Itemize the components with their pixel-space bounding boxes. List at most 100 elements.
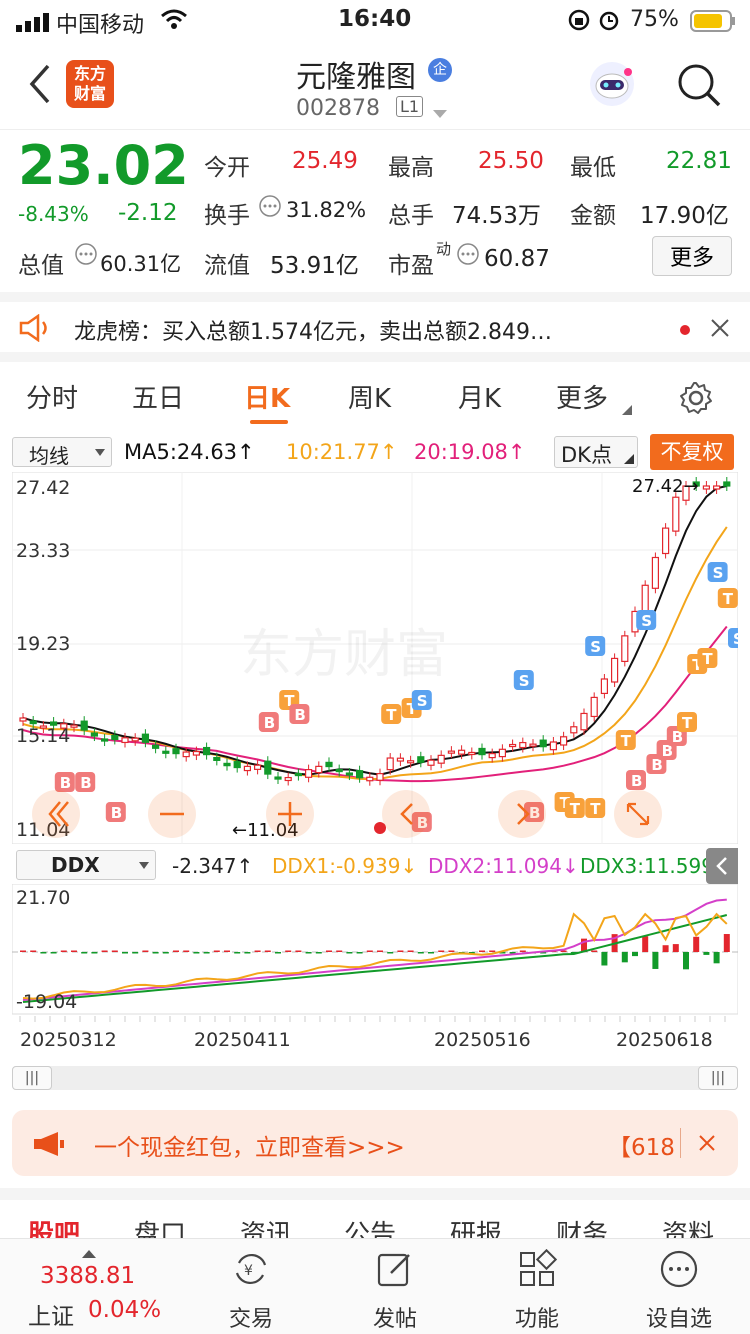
alarm-icon [598, 9, 620, 37]
stock-name: 元隆雅图 [296, 60, 416, 95]
search-icon[interactable] [676, 62, 722, 112]
y-label-3: 19.23 [16, 633, 70, 655]
ddx-bar [693, 936, 700, 952]
tab-daily-k[interactable]: 日K [244, 378, 290, 415]
candle [621, 635, 629, 663]
more-button[interactable]: 更多 [652, 236, 732, 276]
banner-text: 一个现金红包，立即查看>>> [94, 1135, 405, 1161]
signal-marker-text: B [60, 774, 71, 792]
ddx-selector[interactable]: DDX [16, 850, 156, 880]
trade-button[interactable]: ¥ 交易 [196, 1249, 306, 1333]
ddx-bar [244, 952, 251, 954]
candle [335, 768, 343, 773]
tab-five-day[interactable]: 五日 [132, 378, 184, 415]
fullscreen-button[interactable] [614, 790, 662, 838]
scroll-left-button[interactable] [32, 790, 80, 838]
candle [580, 712, 588, 731]
active-tab-underline [250, 420, 288, 424]
ddx-bar [213, 950, 220, 952]
ddx-bar [173, 950, 179, 952]
chevron-down-icon[interactable] [432, 104, 448, 123]
range-scroller[interactable]: ||| ||| [12, 1066, 738, 1090]
back-icon[interactable] [26, 62, 52, 110]
ddx-bar [193, 952, 200, 954]
ma-indicator-bar: 均线 MA5:24.63↑ 10:21.77↑ 20:19.08↑ DK点 不复… [0, 432, 750, 472]
step-back-button[interactable] [382, 790, 430, 838]
ddx-bar [91, 952, 98, 954]
candle [345, 772, 353, 776]
candle [488, 753, 496, 759]
wifi-icon [160, 8, 188, 36]
ddx-bar [713, 952, 720, 964]
y-label-4: 15.14 [16, 725, 70, 747]
turnover-label: 换手 [204, 203, 250, 229]
candle [172, 748, 180, 755]
zoom-out-button[interactable] [148, 790, 196, 838]
ddx2-value: DDX2:11.094↓ [428, 854, 579, 878]
info-icon[interactable] [456, 242, 480, 270]
ddx-chart[interactable]: 21.70 -19.04 20250312 20250411 20250516 … [12, 884, 738, 1060]
index-ticker[interactable]: 3388.81 上证 0.04% [0, 1239, 180, 1334]
tab-weekly-k[interactable]: 周K [348, 378, 391, 415]
candle [600, 678, 609, 695]
level-badge[interactable]: L1 [396, 96, 424, 117]
candle [396, 757, 404, 762]
function-button[interactable]: 功能 [482, 1248, 592, 1333]
notice-text: 龙虎榜：买入总额1.574亿元，卖出总额2.849… [74, 320, 552, 345]
date-label-4: 20250618 [616, 1029, 713, 1051]
dragon-tiger-notice[interactable]: 龙虎榜：买入总额1.574亿元，卖出总额2.849… [0, 292, 750, 362]
signal-marker-text: T [386, 706, 397, 724]
ddx-bar [519, 950, 526, 952]
candle [203, 746, 211, 756]
signal-marker-text: S [519, 672, 530, 690]
scroller-left-handle[interactable]: ||| [12, 1066, 52, 1090]
candle [549, 741, 558, 751]
signal-marker-text: T [621, 732, 632, 750]
content-tabs: 股吧 盘口 资讯 公告 研报 财务 资料 [0, 1188, 750, 1250]
candle [305, 769, 313, 778]
candle [672, 496, 680, 532]
zoom-in-button[interactable] [266, 790, 314, 838]
signal-marker-text: S [713, 564, 724, 582]
post-button[interactable]: 发帖 [340, 1249, 450, 1333]
candle [539, 739, 547, 748]
total-value: 60.31亿 [100, 252, 182, 276]
high-label: 最高 [388, 155, 434, 181]
info-icon[interactable] [74, 242, 98, 270]
gear-icon[interactable] [678, 380, 714, 420]
ddx-bar [40, 952, 47, 954]
ma-selector[interactable]: 均线 [12, 437, 112, 468]
candlestick-chart[interactable]: 东方财富 BBBBTBTTSBSBTTTSTBSBBBTTTSTS 27.42 … [12, 472, 738, 844]
dk-point-selector[interactable]: DK点 [554, 436, 638, 468]
index-name: 上证 [28, 1304, 74, 1330]
open-value: 25.49 [292, 148, 358, 174]
candle [111, 734, 119, 741]
candle [243, 765, 251, 772]
info-icon[interactable] [258, 194, 282, 222]
ddx-bar [366, 950, 373, 952]
candle [356, 770, 364, 779]
signal-marker-text: S [733, 630, 738, 648]
ddx-bar [101, 950, 108, 952]
quote-panel: 23.02 -8.43% -2.12 今开 25.49 最高 25.50 最低 … [0, 130, 750, 290]
stock-code: 002878 [296, 96, 380, 121]
collapse-panel-button[interactable] [706, 848, 738, 884]
scroller-right-handle[interactable]: ||| [698, 1066, 738, 1090]
period-tabs: 分时 五日 日K 周K 月K 更多 [0, 372, 750, 428]
candle [80, 720, 88, 731]
robot-assistant-icon[interactable] [588, 60, 636, 112]
ddx-bar [132, 952, 139, 954]
step-forward-button[interactable] [498, 790, 546, 838]
candle [478, 747, 486, 756]
ddx-bar [377, 950, 383, 952]
tab-minute[interactable]: 分时 [26, 378, 78, 415]
no-adjust-button[interactable]: 不复权 [650, 434, 734, 470]
tab-monthly-k[interactable]: 月K [458, 378, 501, 415]
tab-more[interactable]: 更多 [556, 378, 608, 415]
high-value: 25.50 [478, 148, 544, 174]
red-packet-banner[interactable]: 一个现金红包，立即查看>>> 【618 [12, 1110, 738, 1176]
close-icon[interactable] [710, 318, 730, 342]
add-watch-button[interactable]: 设自选 [624, 1249, 734, 1333]
close-icon[interactable] [698, 1134, 716, 1156]
candle [294, 772, 302, 777]
